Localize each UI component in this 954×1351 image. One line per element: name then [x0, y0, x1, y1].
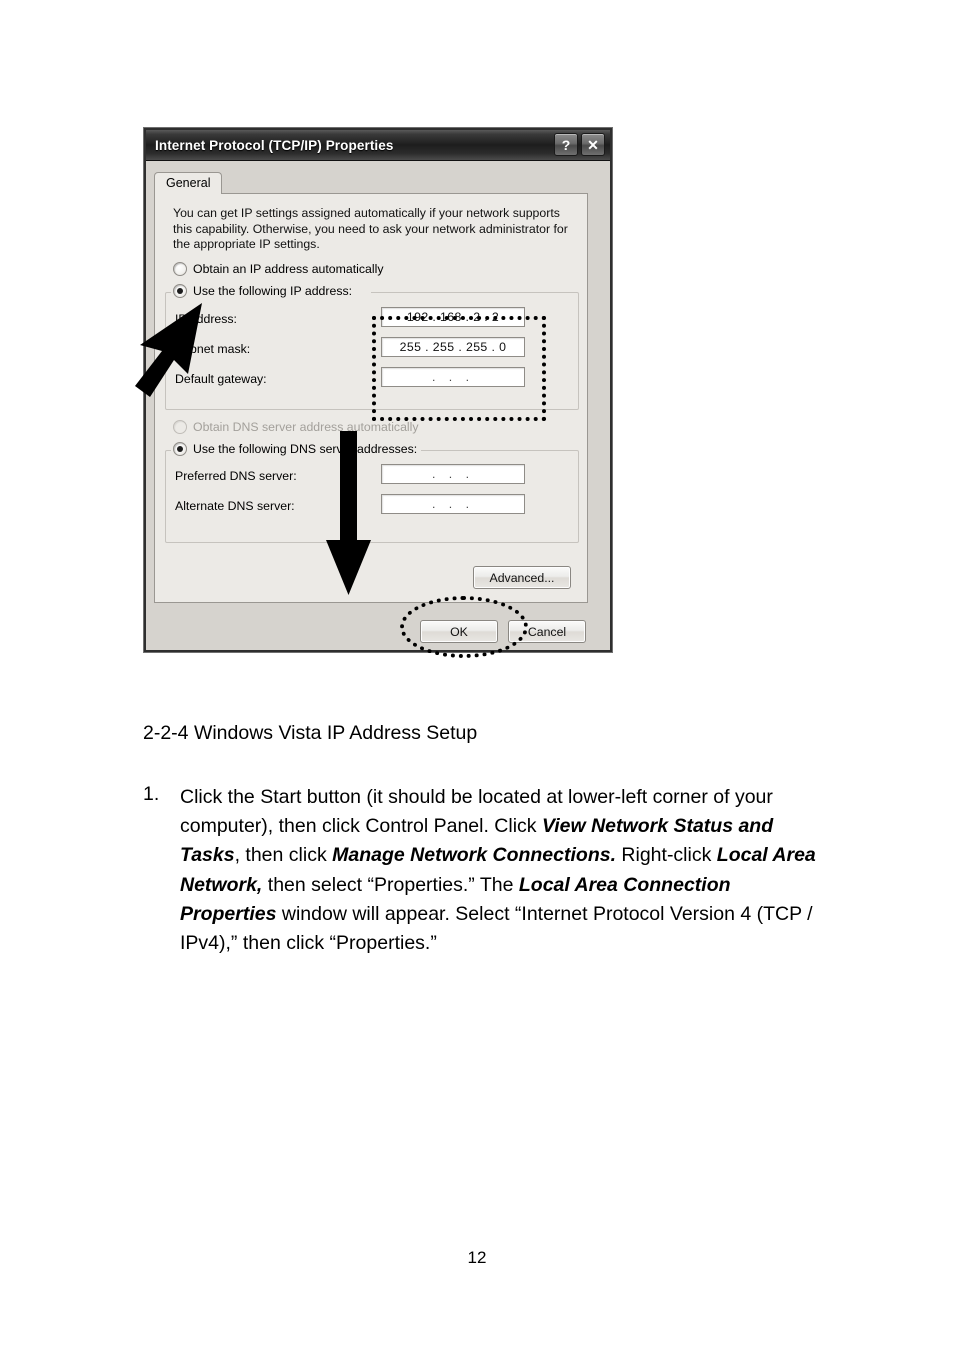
dotted-rectangle-ip-fields	[372, 316, 546, 421]
radio-label: Use the following DNS server addresses:	[193, 442, 418, 456]
advanced-button[interactable]: Advanced...	[473, 566, 571, 589]
section-heading: 2-2-4 Windows Vista IP Address Setup	[143, 722, 478, 744]
radio-obtain-dns-automatically[interactable]: Obtain DNS server address automatically	[173, 420, 419, 434]
radio-use-following-ip[interactable]: Use the following IP address:	[173, 284, 357, 298]
dialog-title: Internet Protocol (TCP/IP) Properties	[155, 137, 394, 153]
radio-dot-icon	[173, 262, 187, 276]
emphasis-run: Manage Network Connections.	[332, 844, 616, 867]
radio-dot-icon	[173, 442, 187, 456]
close-icon[interactable]: ✕	[581, 133, 605, 156]
radio-obtain-ip-automatically[interactable]: Obtain an IP address automatically	[173, 262, 383, 276]
titlebar-button-group: ? ✕	[554, 133, 605, 156]
label-default-gateway: Default gateway:	[175, 372, 267, 386]
radio-label: Obtain DNS server address automatically	[193, 420, 419, 434]
text-run: Right-click	[616, 844, 717, 867]
dialog-titlebar: Internet Protocol (TCP/IP) Properties ? …	[146, 130, 610, 161]
tcpip-properties-screenshot-figure: Internet Protocol (TCP/IP) Properties ? …	[135, 128, 612, 658]
label-subnet-mask: Subnet mask:	[175, 342, 251, 356]
radio-dot-icon	[173, 284, 187, 298]
instruction-paragraph: Click the Start button (it should be loc…	[180, 783, 820, 958]
text-run: then select “Properties.” The	[262, 873, 519, 896]
list-item-number: 1.	[143, 783, 160, 805]
radio-label: Use the following IP address:	[193, 284, 353, 298]
tab-general[interactable]: General	[154, 172, 223, 194]
tab-strip: General	[154, 172, 223, 194]
radio-label: Obtain an IP address automatically	[193, 262, 384, 276]
intro-text: You can get IP settings assigned automat…	[173, 206, 568, 251]
input-alternate-dns[interactable]: . . .	[381, 494, 525, 514]
label-preferred-dns: Preferred DNS server:	[175, 469, 297, 483]
label-alternate-dns: Alternate DNS server:	[175, 499, 295, 513]
text-run: , then click	[234, 844, 333, 867]
label-ip-address: IP address:	[175, 312, 237, 326]
input-preferred-dns[interactable]: . . .	[381, 464, 525, 484]
radio-use-following-dns[interactable]: Use the following DNS server addresses:	[173, 442, 422, 456]
page-number: 12	[467, 1248, 487, 1267]
help-icon[interactable]: ?	[554, 133, 578, 156]
radio-dot-icon	[173, 420, 187, 434]
dotted-ellipse-ok-button	[400, 596, 528, 658]
